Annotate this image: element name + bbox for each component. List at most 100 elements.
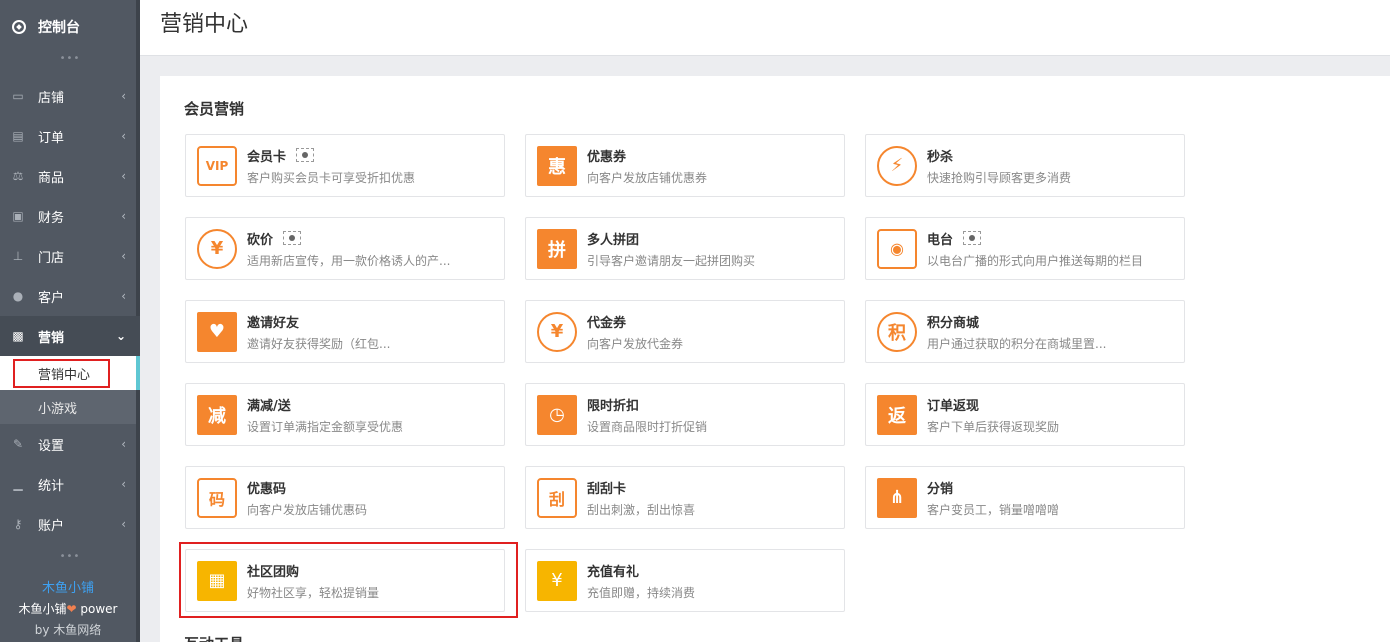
sidebar-item-label: 商品 xyxy=(38,170,65,186)
sidebar-item-label: 营销 xyxy=(38,330,65,346)
distribution-icon: ⋔ xyxy=(877,477,917,518)
marketing-card[interactable]: 返订单返现 客户下单后获得返现奖励 xyxy=(865,383,1185,446)
content-panel: 会员营销 VIP 会员卡 客户购买会员卡可享受折扣优惠惠优惠券 向客户发放店铺优惠券 ⚡… xyxy=(160,76,1390,642)
marketing-card[interactable]: 减满减/送 设置订单满指定金额享受优惠 xyxy=(185,383,505,446)
card-name-text: 多人拼团 xyxy=(587,232,640,248)
card-texts: 优惠券 向客户发放店铺优惠券 xyxy=(587,146,707,186)
marketing-card[interactable]: 刮刮刮卡 刮出刺激，刮出惊喜 xyxy=(525,466,845,529)
clock-icon: ◷ xyxy=(537,394,577,435)
sidebar-item-order[interactable]: ▤ 订单 ‹ xyxy=(0,116,140,156)
card-desc: 向客户发放店铺优惠码 xyxy=(247,502,368,517)
sidebar-subitem-mini-games[interactable]: 小游戏 xyxy=(0,390,140,424)
marketing-card[interactable]: ◉ 电台 以电台广播的形式向用户推送每期的栏目 xyxy=(865,217,1185,280)
group-buy-icon: 拼 xyxy=(537,228,577,269)
card-texts: 积分商城 用户通过获取的积分在商城里置... xyxy=(927,312,1106,352)
card-name-text: 满减/送 xyxy=(247,398,291,414)
card-texts: 限时折扣 设置商品限时打折促销 xyxy=(587,395,707,435)
order-icon: ▤ xyxy=(12,129,24,143)
sidebar-item-store[interactable]: ▭ 店铺 ‹ xyxy=(0,76,140,116)
chevron-left-icon: ‹ xyxy=(121,249,126,263)
footer-by: by 木鱼网络 xyxy=(34,623,102,637)
card-texts: 秒杀 快速抢购引导顾客更多消费 xyxy=(927,146,1071,186)
sidebar-item-label: 设置 xyxy=(38,438,65,454)
sidebar-item-users[interactable]: ● 客户 ‹ xyxy=(0,276,140,316)
marketing-card[interactable]: VIP 会员卡 客户购买会员卡可享受折扣优惠 xyxy=(185,134,505,197)
scale-icon: ⚖ xyxy=(12,169,24,183)
lightning-icon: ⚡ xyxy=(877,145,917,186)
chevron-left-icon: ‹ xyxy=(121,437,126,451)
divider-dots: ••• xyxy=(59,53,81,64)
marketing-card[interactable]: 拼多人拼团 引导客户邀请朋友一起拼团购买 xyxy=(525,217,845,280)
card-name: 积分商城 xyxy=(927,312,1106,331)
chevron-left-icon: ‹ xyxy=(121,209,126,223)
card-desc: 客户变员工，销量噌噌噌 xyxy=(927,502,1060,517)
card-desc: 适用新店宣传，用一款价格诱人的产... xyxy=(247,253,451,268)
card-name-text: 砍价 xyxy=(247,232,274,248)
card-name: 会员卡 xyxy=(247,146,415,165)
nav-dashboard-label: 控制台 xyxy=(38,20,80,36)
signal-icon: ▁ xyxy=(13,477,23,491)
eye-icon[interactable] xyxy=(283,231,302,245)
sidebar-item-wrench[interactable]: ✎ 设置 ‹ xyxy=(0,424,140,464)
marketing-card[interactable]: 积积分商城 用户通过获取的积分在商城里置... xyxy=(865,300,1185,363)
heart-icon: ❤ xyxy=(66,602,77,616)
card-texts: 充值有礼 充值即赠，持续消费 xyxy=(587,561,695,601)
marketing-card[interactable]: 惠优惠券 向客户发放店铺优惠券 xyxy=(525,134,845,197)
marketing-card[interactable]: ¥ 充值有礼 充值即赠，持续消费 xyxy=(525,549,845,612)
card-name: 优惠码 xyxy=(247,478,367,497)
marketing-card[interactable]: ◷ 限时折扣 设置商品限时打折促销 xyxy=(525,383,845,446)
card-texts: 优惠码向客户发放店铺优惠码 xyxy=(247,478,367,518)
marketing-card[interactable]: ♥ 邀请好友 邀请好友获得奖励（红包... xyxy=(185,300,505,363)
marketing-card[interactable]: ⚡ 秒杀 快速抢购引导顾客更多消费 xyxy=(865,134,1185,197)
card-desc: 向客户发放代金券 xyxy=(587,336,684,351)
card-desc: 客户下单后获得返现奖励 xyxy=(927,419,1060,434)
card-name: 多人拼团 xyxy=(587,229,755,248)
sidebar-footer: 木鱼小铺 木鱼小铺❤ power by 木鱼网络 xyxy=(0,577,136,642)
marketing-card[interactable]: 码优惠码向客户发放店铺优惠码 xyxy=(185,466,505,529)
sidebar-item-key[interactable]: ⚷ 账户 ‹ xyxy=(0,504,140,544)
users-icon: ● xyxy=(12,289,24,303)
card-name: 订单返现 xyxy=(927,395,1059,414)
chevron-left-icon: ‹ xyxy=(121,169,126,183)
card-name: 砍价 xyxy=(247,229,450,248)
marketing-card[interactable]: ¥ 砍价 适用新店宣传，用一款价格诱人的产... xyxy=(185,217,505,280)
sidebar-item-scale[interactable]: ⚖ 商品 ‹ xyxy=(0,156,140,196)
points-icon: 积 xyxy=(877,311,917,352)
vip-icon: VIP xyxy=(197,145,237,186)
section-title-member-marketing: 会员营销 xyxy=(184,100,245,118)
wrench-icon: ✎ xyxy=(12,437,24,451)
card-texts: 订单返现客户下单后获得返现奖励 xyxy=(927,395,1059,435)
sidebar-item-signal[interactable]: ▁ 统计 ‹ xyxy=(0,464,140,504)
card-name: 优惠券 xyxy=(587,146,707,165)
card-desc: 充值即赠，持续消费 xyxy=(587,585,696,600)
card-texts: 多人拼团 引导客户邀请朋友一起拼团购买 xyxy=(587,229,755,269)
footer-brand[interactable]: 木鱼小铺 xyxy=(0,577,136,596)
eye-icon[interactable] xyxy=(963,231,982,245)
card-name: 电台 xyxy=(927,229,1143,248)
nav-dashboard[interactable]: 控制台 xyxy=(0,0,140,54)
card-name-text: 会员卡 xyxy=(247,149,287,165)
sidebar-subitem-label: 小游戏 xyxy=(38,401,78,417)
sidebar-item-sitemap[interactable]: ⊥ 门店 ‹ xyxy=(0,236,140,276)
card-texts: 砍价适用新店宣传，用一款价格诱人的产... xyxy=(247,229,450,269)
page-title: 营销中心 xyxy=(160,12,249,37)
chevron-left-icon: ‹ xyxy=(121,129,126,143)
card-texts: 满减/送 设置订单满指定金额享受优惠 xyxy=(247,395,403,435)
marketing-card[interactable]: ⋔ 分销 客户变员工，销量噌噌噌 xyxy=(865,466,1185,529)
key-icon: ⚷ xyxy=(13,517,23,531)
sidebar-item-label: 统计 xyxy=(38,478,65,494)
sidebar-item-label: 门店 xyxy=(38,250,65,266)
card-name-text: 刮刮卡 xyxy=(587,481,627,497)
card-texts: 会员卡 客户购买会员卡可享受折扣优惠 xyxy=(247,146,415,186)
sidebar-subitem-marketing-center[interactable]: 营销中心 xyxy=(0,356,140,390)
gift-icon: ▩ xyxy=(12,329,24,343)
sidebar-item-money[interactable]: ▣ 财务 ‹ xyxy=(0,196,140,236)
sidebar-item-label: 账户 xyxy=(38,518,65,534)
eye-icon[interactable] xyxy=(296,148,315,162)
marketing-card[interactable]: ¥ 代金券 向客户发放代金券 xyxy=(525,300,845,363)
promo-code-icon: 码 xyxy=(197,477,237,518)
money-icon: ▣ xyxy=(12,209,24,223)
sidebar-item-gift[interactable]: ▩ 营销 ⌄ xyxy=(0,316,140,356)
card-name-text: 优惠码 xyxy=(247,481,287,497)
invite-icon: ♥ xyxy=(197,311,237,352)
